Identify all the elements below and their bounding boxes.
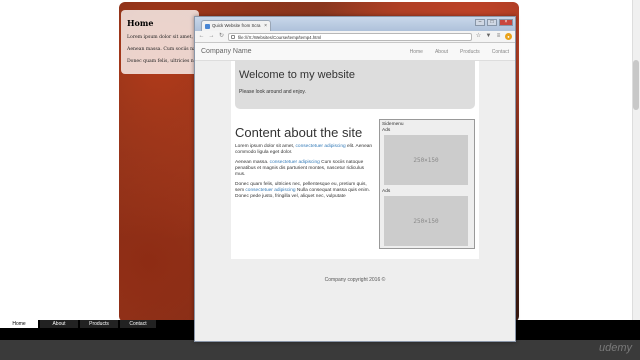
browser-viewport: Company Name Home About Products Contact… (195, 43, 515, 341)
content-paragraph: Lorem ipsum dolor sit amet, consectetuer… (235, 144, 375, 156)
ad-placeholder[interactable]: 250×150 (384, 196, 468, 246)
site-footer: Company copyright 2016 © (324, 277, 386, 283)
file-icon (231, 34, 235, 39)
jumbotron: Welcome to my website Please look around… (235, 61, 475, 109)
nav-products-link[interactable]: Products (460, 49, 480, 55)
content-paragraph: Donec quam felis, ultricies nec, pellent… (235, 182, 375, 200)
site-brand[interactable]: Company Name (201, 48, 252, 55)
ad-size-label: 250×150 (413, 217, 439, 225)
browser-window: Quick Website from Scra × – □ × ← → ↻ fi… (194, 16, 516, 342)
main-content: Content about the site Lorem ipsum dolor… (235, 125, 375, 204)
close-button[interactable]: × (499, 19, 513, 26)
paragraph-text: Lorem ipsum dolor sit amet, (235, 144, 296, 149)
extension-icon[interactable]: ▼ (485, 33, 492, 40)
site-nav-links: Home About Products Contact (410, 49, 509, 55)
video-bottom-bar (0, 340, 640, 360)
nav-contact-link[interactable]: Contact (492, 49, 509, 55)
site-container: Welcome to my website Please look around… (231, 61, 479, 259)
ads-label: Ads (382, 128, 391, 133)
sidemenu: Sidemenu Ads 250×150 Ads 250×150 (379, 119, 475, 249)
content-link[interactable]: consectetuer adipiscing (270, 160, 320, 165)
nav-home-link[interactable]: Home (410, 49, 423, 55)
content-link[interactable]: consectetuer adipiscing (296, 144, 346, 149)
browser-tab[interactable]: Quick Website from Scra × (201, 20, 271, 31)
page-favicon-icon (205, 24, 210, 29)
background-sidebar-heading: Home (127, 18, 154, 28)
ads-label: Ads (382, 189, 391, 194)
maximize-button[interactable]: □ (487, 19, 497, 26)
menu-icon[interactable]: ≡ (495, 33, 502, 40)
background-nav-about[interactable]: About (40, 320, 78, 328)
background-nav-contact[interactable]: Contact (120, 320, 156, 328)
content-paragraph: Aenean massa. consectetuer adipiscing Cu… (235, 160, 375, 178)
background-sidebar: Home Lorem ipsum dolor sit amet, consect… (121, 10, 199, 74)
ad-placeholder[interactable]: 250×150 (384, 135, 468, 185)
window-controls: – □ × (475, 19, 513, 26)
address-bar: ← → ↻ file:///X:/Websites/Course/temp/te… (195, 31, 515, 43)
bookmark-star-icon[interactable]: ☆ (475, 33, 482, 40)
background-sidebar-text: Donec quam felis, ultricies nec, pellent… (127, 59, 199, 64)
site-navbar: Company Name Home About Products Contact (195, 43, 515, 61)
watermark: udemy (598, 342, 632, 354)
background-nav: Home About Products Contact (0, 320, 158, 328)
url-input[interactable]: file:///X:/Websites/Course/temp/temp4.ht… (228, 32, 472, 41)
tab-close-icon[interactable]: × (264, 21, 267, 31)
paragraph-text: Aenean massa. (235, 160, 270, 165)
nav-about-link[interactable]: About (435, 49, 448, 55)
scrollbar-thumb[interactable] (633, 60, 639, 110)
forward-arrow-icon[interactable]: → (208, 33, 215, 40)
background-nav-home[interactable]: Home (0, 320, 38, 328)
background-sidebar-text: Aenean massa. Cum sociis natoque (127, 47, 199, 52)
page-scrollbar[interactable] (632, 0, 640, 320)
tab-title: Quick Website from Scra (212, 23, 261, 28)
back-arrow-icon[interactable]: ← (198, 33, 205, 40)
browser-titlebar[interactable]: Quick Website from Scra × – □ × (195, 17, 515, 31)
minimize-button[interactable]: – (475, 19, 485, 26)
url-text: file:///X:/Websites/Course/temp/temp4.ht… (238, 34, 322, 40)
jumbotron-title: Welcome to my website (239, 69, 355, 81)
jumbotron-text: Please look around and enjoy. (239, 89, 306, 95)
extension-badge-icon[interactable]: ● (505, 33, 512, 40)
content-heading: Content about the site (235, 125, 363, 140)
content-link[interactable]: consectetuer adipiscing (245, 188, 295, 193)
ad-size-label: 250×150 (413, 156, 439, 164)
reload-icon[interactable]: ↻ (218, 33, 225, 40)
background-sidebar-text: Lorem ipsum dolor sit amet, consectetur (127, 35, 199, 40)
background-nav-products[interactable]: Products (80, 320, 118, 328)
